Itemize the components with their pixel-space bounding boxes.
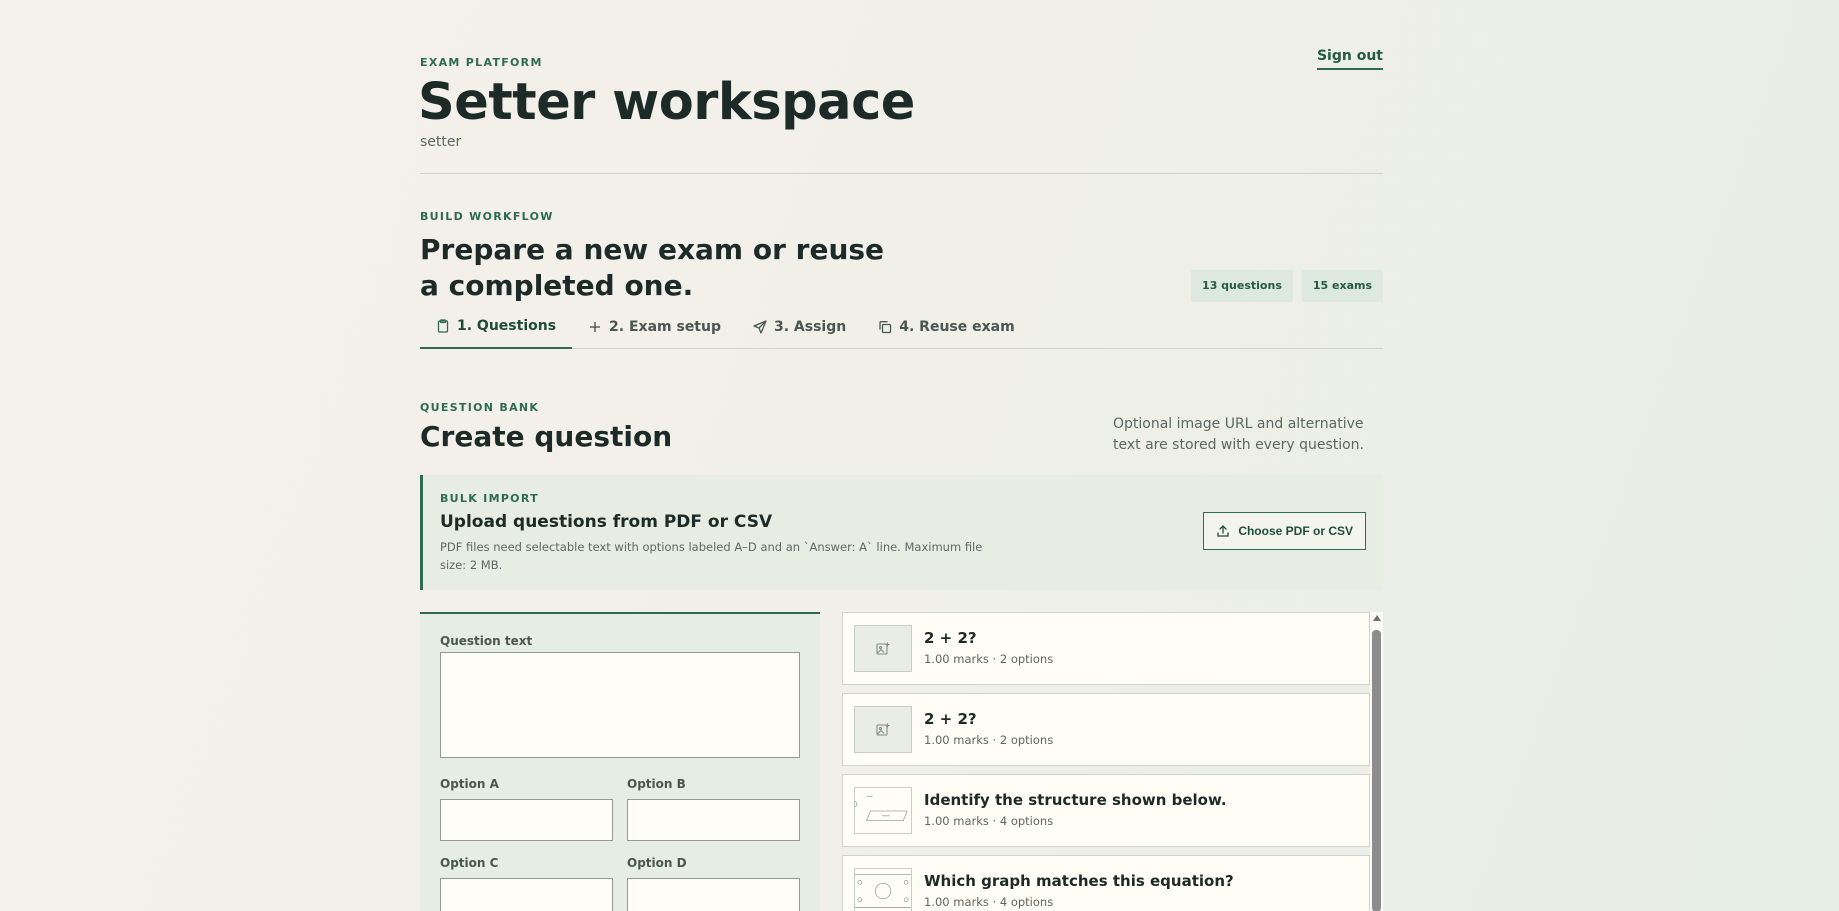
question-list-item[interactable]: 2 + 2? 1.00 marks · 2 options <box>842 693 1370 766</box>
scrollbar-thumb[interactable] <box>1372 630 1381 911</box>
upload-icon <box>1217 525 1229 537</box>
question-meta: 1.00 marks · 2 options <box>924 652 1054 666</box>
tab-reuse-exam-label: 4. Reuse exam <box>899 318 1015 335</box>
question-list-scrollbar[interactable] <box>1370 612 1383 911</box>
question-list-item[interactable]: 2 + 2? 1.00 marks · 2 options <box>842 612 1370 685</box>
question-list-item[interactable]: Which graph matches this equation? 1.00 … <box>842 855 1370 911</box>
option-a-label: Option A <box>440 777 499 791</box>
image-storage-note: Optional image URL and alternative text … <box>1113 416 1365 453</box>
option-c-label: Option C <box>440 856 499 870</box>
question-title: Which graph matches this equation? <box>924 872 1234 890</box>
user-role: setter <box>420 134 462 150</box>
image-placeholder-icon <box>854 625 912 672</box>
bulk-import-description: PDF files need selectable text with opti… <box>440 540 983 572</box>
bulk-import-title: Upload questions from PDF or CSV <box>440 512 773 532</box>
question-meta: 1.00 marks · 2 options <box>924 733 1054 747</box>
stat-chips: 13 questions 15 exams <box>1191 270 1383 302</box>
question-meta: 1.00 marks · 4 options <box>924 895 1054 909</box>
option-a-input[interactable] <box>440 799 613 841</box>
scroll-up-arrow-icon[interactable] <box>1373 615 1381 621</box>
question-title: 2 + 2? <box>924 629 977 647</box>
question-meta: 1.00 marks · 4 options <box>924 814 1054 828</box>
questions-count-badge: 13 questions <box>1191 270 1293 302</box>
workflow-tabs: 1. Questions 2. Exam setup 3. Assign 4. … <box>420 304 1383 349</box>
page: EXAM PLATFORM Setter workspace setter Si… <box>418 0 1383 374</box>
tab-questions-label: 1. Questions <box>457 317 557 334</box>
choose-file-button[interactable]: Choose PDF or CSV <box>1203 512 1366 550</box>
tab-exam-setup-label: 2. Exam setup <box>609 318 721 335</box>
question-title: 2 + 2? <box>924 710 977 728</box>
create-question-form: Question text Option A Option B Option C… <box>420 612 820 911</box>
structure-diagram-thumbnail <box>854 787 912 834</box>
build-workflow: BUILD WORKFLOW Prepare a new exam or reu… <box>420 174 1383 374</box>
question-list-item[interactable]: Identify the structure shown below. 1.00… <box>842 774 1370 847</box>
workflow-title: Prepare a new exam or reuse a completed … <box>420 233 885 302</box>
question-text-input[interactable] <box>440 652 800 758</box>
choose-file-label: Choose PDF or CSV <box>1238 524 1353 538</box>
copy-icon <box>879 320 892 333</box>
plus-icon <box>590 321 601 332</box>
exams-count-badge: 15 exams <box>1301 270 1383 302</box>
graph-thumbnail <box>854 868 912 911</box>
option-d-label: Option D <box>627 856 687 870</box>
create-question-title: Create question <box>420 420 673 453</box>
send-icon <box>753 319 767 334</box>
question-list[interactable]: 2 + 2? 1.00 marks · 2 options 2 + 2? 1.0… <box>842 612 1383 911</box>
tab-exam-setup[interactable]: 2. Exam setup <box>572 304 737 349</box>
page-title: Setter workspace <box>418 73 915 132</box>
question-title: Identify the structure shown below. <box>924 791 1227 809</box>
option-d-input[interactable] <box>627 878 800 911</box>
platform-eyebrow: EXAM PLATFORM <box>420 56 543 69</box>
option-b-label: Option B <box>627 777 686 791</box>
question-text-label: Question text <box>440 634 533 648</box>
image-placeholder-icon <box>854 706 912 753</box>
tab-assign-label: 3. Assign <box>774 318 847 335</box>
bulk-import-eyebrow: BULK IMPORT <box>440 492 539 505</box>
option-c-input[interactable] <box>440 878 613 911</box>
option-b-input[interactable] <box>627 799 800 841</box>
tab-questions[interactable]: 1. Questions <box>420 304 573 349</box>
question-bank-eyebrow: QUESTION BANK <box>420 401 540 414</box>
page-header: EXAM PLATFORM Setter workspace setter Si… <box>418 0 1383 174</box>
tab-reuse-exam[interactable]: 4. Reuse exam <box>862 304 1030 349</box>
tab-assign[interactable]: 3. Assign <box>737 304 862 349</box>
clipboard-icon <box>437 318 449 333</box>
workflow-eyebrow: BUILD WORKFLOW <box>420 210 554 223</box>
sign-out-link[interactable]: Sign out <box>1316 48 1383 70</box>
bulk-import-panel: BULK IMPORT Upload questions from PDF or… <box>420 475 1383 590</box>
